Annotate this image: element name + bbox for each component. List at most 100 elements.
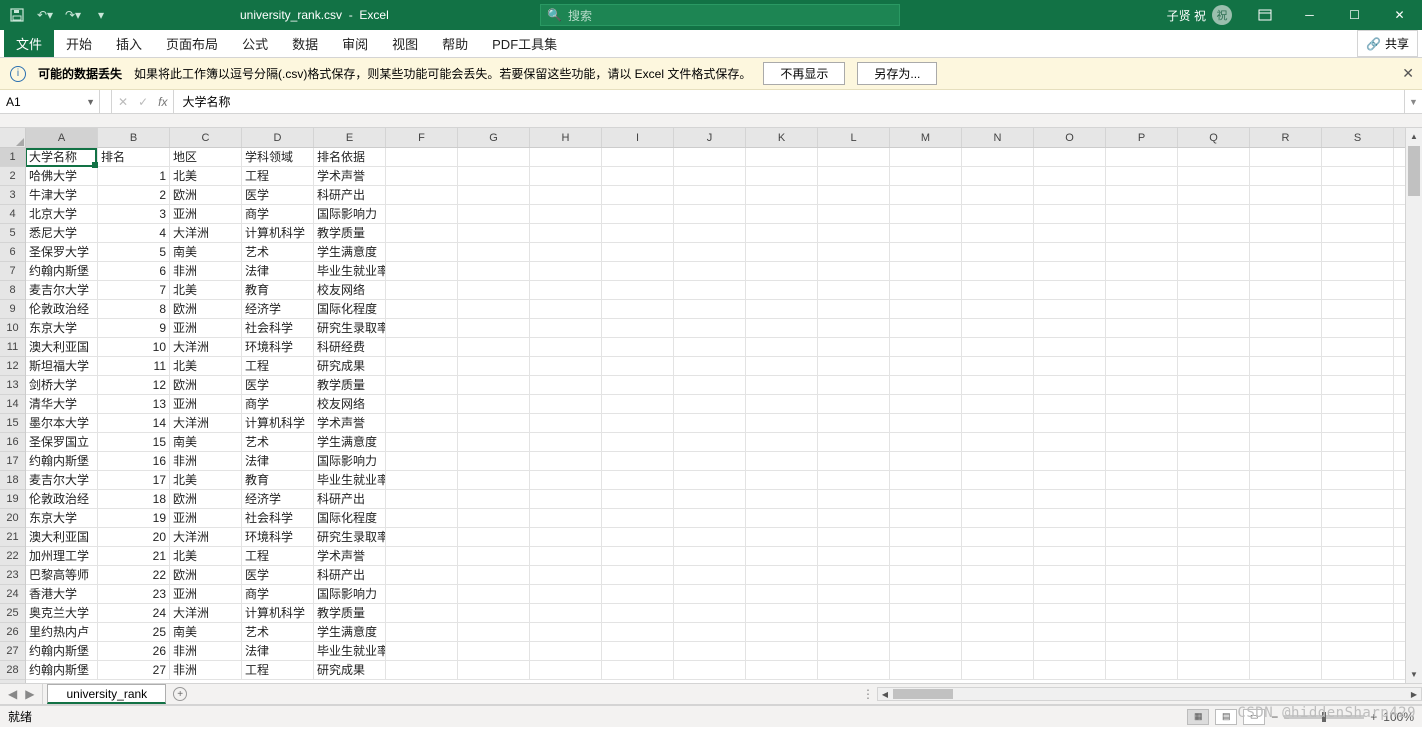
row-header[interactable]: 25: [0, 604, 25, 623]
cell[interactable]: 8: [98, 300, 170, 318]
cell[interactable]: 教学质量: [314, 604, 386, 622]
cell[interactable]: 7: [98, 281, 170, 299]
cell[interactable]: [674, 319, 746, 337]
cell[interactable]: [386, 433, 458, 451]
cell[interactable]: [890, 205, 962, 223]
cell[interactable]: 国际化程度: [314, 509, 386, 527]
column-header[interactable]: I: [602, 128, 674, 147]
cell[interactable]: [530, 433, 602, 451]
column-header[interactable]: N: [962, 128, 1034, 147]
cell[interactable]: [818, 490, 890, 508]
cell[interactable]: [962, 452, 1034, 470]
cell[interactable]: [458, 528, 530, 546]
dismiss-button[interactable]: 不再显示: [763, 62, 845, 85]
cell[interactable]: [1034, 661, 1106, 679]
cell[interactable]: [674, 509, 746, 527]
cell[interactable]: [674, 452, 746, 470]
cell[interactable]: [890, 262, 962, 280]
cell[interactable]: [458, 319, 530, 337]
cell[interactable]: [1178, 224, 1250, 242]
cell[interactable]: [674, 376, 746, 394]
cell[interactable]: [674, 547, 746, 565]
cell[interactable]: 研究成果: [314, 661, 386, 679]
cell[interactable]: [530, 319, 602, 337]
column-header[interactable]: H: [530, 128, 602, 147]
cell[interactable]: [1178, 414, 1250, 432]
cell[interactable]: [1178, 300, 1250, 318]
cell[interactable]: [1250, 452, 1322, 470]
cell[interactable]: [1178, 281, 1250, 299]
cell[interactable]: [962, 357, 1034, 375]
cell[interactable]: [386, 642, 458, 660]
cell[interactable]: [602, 414, 674, 432]
redo-icon[interactable]: ↷▾: [64, 6, 82, 24]
cell[interactable]: [890, 604, 962, 622]
vertical-scrollbar[interactable]: ▲ ▼: [1405, 128, 1422, 683]
cell[interactable]: [890, 452, 962, 470]
cell[interactable]: [674, 167, 746, 185]
saveas-button[interactable]: 另存为...: [857, 62, 937, 85]
cell[interactable]: [746, 528, 818, 546]
tab-开始[interactable]: 开始: [54, 30, 104, 57]
cell[interactable]: [1034, 528, 1106, 546]
row-header[interactable]: 27: [0, 642, 25, 661]
cell[interactable]: [1322, 604, 1394, 622]
cell[interactable]: [1322, 300, 1394, 318]
cell[interactable]: [674, 585, 746, 603]
cell[interactable]: 法律: [242, 642, 314, 660]
cell[interactable]: 国际影响力: [314, 585, 386, 603]
cell[interactable]: 牛津大学: [26, 186, 98, 204]
cell[interactable]: 亚洲: [170, 205, 242, 223]
cell[interactable]: [1178, 585, 1250, 603]
cell[interactable]: 校友网络: [314, 281, 386, 299]
cell[interactable]: [386, 414, 458, 432]
cell[interactable]: [890, 376, 962, 394]
cell[interactable]: 北美: [170, 471, 242, 489]
cell[interactable]: 研究生录取率: [314, 319, 386, 337]
cell[interactable]: 17: [98, 471, 170, 489]
cell[interactable]: [746, 186, 818, 204]
maximize-button[interactable]: ☐: [1332, 0, 1377, 30]
cell[interactable]: [1322, 642, 1394, 660]
cell[interactable]: [674, 433, 746, 451]
cell[interactable]: [962, 262, 1034, 280]
cell[interactable]: [386, 490, 458, 508]
row-header[interactable]: 18: [0, 471, 25, 490]
cell[interactable]: [386, 566, 458, 584]
cell[interactable]: 东京大学: [26, 319, 98, 337]
cell[interactable]: [1106, 585, 1178, 603]
cell[interactable]: 麦吉尔大学: [26, 281, 98, 299]
cell[interactable]: [386, 395, 458, 413]
cell[interactable]: 学生满意度: [314, 243, 386, 261]
cell[interactable]: 10: [98, 338, 170, 356]
cell[interactable]: [1106, 186, 1178, 204]
cell[interactable]: [386, 661, 458, 679]
account-button[interactable]: 子贤 祝 祝: [1157, 5, 1242, 25]
cell[interactable]: [602, 167, 674, 185]
cell[interactable]: [530, 414, 602, 432]
cell[interactable]: [890, 395, 962, 413]
cell[interactable]: [1178, 395, 1250, 413]
cell[interactable]: [674, 490, 746, 508]
cell[interactable]: [602, 395, 674, 413]
cell[interactable]: [674, 300, 746, 318]
cell[interactable]: 1: [98, 167, 170, 185]
cell[interactable]: [530, 642, 602, 660]
cell[interactable]: [602, 186, 674, 204]
cell[interactable]: [458, 338, 530, 356]
cell[interactable]: [1250, 281, 1322, 299]
cell[interactable]: [1322, 224, 1394, 242]
cell[interactable]: 26: [98, 642, 170, 660]
cell[interactable]: 商学: [242, 205, 314, 223]
cell[interactable]: 21: [98, 547, 170, 565]
cell[interactable]: [1178, 452, 1250, 470]
cell[interactable]: 麦吉尔大学: [26, 471, 98, 489]
column-header[interactable]: K: [746, 128, 818, 147]
cell[interactable]: 20: [98, 528, 170, 546]
cell[interactable]: [1106, 243, 1178, 261]
cell[interactable]: [1322, 148, 1394, 166]
cell[interactable]: [602, 357, 674, 375]
cell[interactable]: 环境科学: [242, 528, 314, 546]
cell[interactable]: 地区: [170, 148, 242, 166]
cell[interactable]: [602, 433, 674, 451]
